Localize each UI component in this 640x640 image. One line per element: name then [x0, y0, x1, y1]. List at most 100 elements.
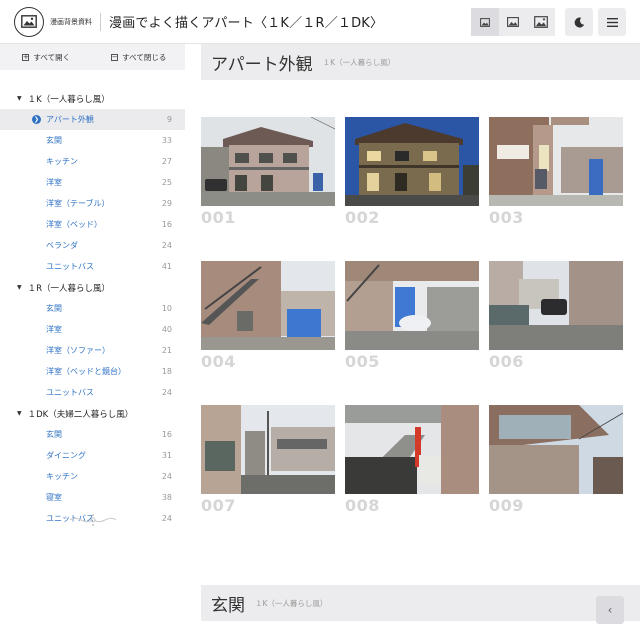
item-label: 洋室 — [46, 178, 62, 187]
photo-tile[interactable]: 005 — [345, 261, 479, 371]
item-label: 洋室 — [46, 325, 62, 334]
item-label: 玄関 — [46, 304, 62, 313]
expand-all-button[interactable]: + すべて開く — [0, 44, 93, 70]
header-divider — [100, 12, 101, 31]
item-label: アパート外観 — [46, 115, 94, 124]
sidebar-item[interactable]: ユニットバス 41 — [0, 256, 185, 277]
collapse-all-label: すべて閉じる — [122, 52, 167, 62]
image-small-icon — [480, 17, 490, 27]
group-1dk[interactable]: ▼ １DK（夫婦二人暮らし風） — [0, 403, 185, 424]
item-label: 寝室 — [46, 493, 62, 502]
sidebar-item[interactable]: 玄関 33 — [0, 130, 185, 151]
item-label: 洋室（テーブル） — [46, 199, 110, 208]
photo-thumbnail — [201, 405, 335, 494]
item-label: 玄関 — [46, 136, 62, 145]
photo-number: 007 — [201, 496, 236, 515]
site-logo[interactable]: 漫画背景資料 — [14, 6, 92, 37]
group-label: １K（一人暮らし風） — [27, 94, 110, 105]
sidebar-item[interactable]: 洋室 40 — [0, 319, 185, 340]
section-subtitle: １K（一人暮らし風） — [322, 57, 396, 67]
item-count: 33 — [161, 136, 172, 145]
sidebar-item[interactable]: ダイニング 31 — [0, 445, 185, 466]
photo-thumbnail — [201, 117, 335, 206]
category-tree: ▼ １K（一人暮らし風） ❯ アパート外観 9 玄関 33 キッチン 27 洋室 25 … — [0, 88, 185, 529]
photo-number: 008 — [345, 496, 380, 515]
image-large-icon — [534, 16, 548, 28]
photo-thumbnail — [345, 117, 479, 206]
photo-tile[interactable]: 003 — [489, 117, 623, 227]
sidebar-item[interactable]: 玄関 16 — [0, 424, 185, 445]
sidebar-item[interactable]: 洋室（テーブル） 29 — [0, 193, 185, 214]
item-count: 40 — [161, 325, 172, 334]
minus-box-icon: − — [111, 52, 119, 61]
sidebar-item[interactable]: 洋室（ソファー） 21 — [0, 340, 185, 361]
photo-tile[interactable]: 007 — [201, 405, 335, 515]
item-count: 31 — [161, 451, 172, 460]
sidebar-item-exterior[interactable]: ❯ アパート外観 9 — [0, 109, 185, 130]
photo-tile[interactable]: 008 — [345, 405, 479, 515]
item-count: 10 — [161, 304, 172, 313]
item-label: キッチン — [46, 472, 78, 481]
item-label: ユニットバス — [46, 388, 94, 397]
sidebar-item[interactable]: 洋室（ベッドと鏡台） 18 — [0, 361, 185, 382]
group-label: １DK（夫婦二人暮らし風） — [27, 409, 134, 420]
view-medium-button[interactable] — [499, 8, 527, 36]
photo-thumbnail — [489, 405, 623, 494]
dark-mode-button[interactable] — [565, 8, 593, 36]
sidebar-item[interactable]: キッチン 24 — [0, 466, 185, 487]
photo-tile[interactable]: 006 — [489, 261, 623, 371]
chevron-right-circle-icon: ❯ — [32, 115, 41, 124]
view-small-button[interactable] — [471, 8, 499, 36]
sidebar-item[interactable]: ユニットバス 24 — [0, 382, 185, 403]
item-label: ダイニング — [46, 451, 86, 460]
photo-tile[interactable]: 001 — [201, 117, 335, 227]
sidebar-item[interactable]: 洋室 25 — [0, 172, 185, 193]
item-count: 9 — [166, 115, 172, 124]
sidebar-item[interactable]: キッチン 27 — [0, 151, 185, 172]
caret-down-icon: ▼ — [17, 95, 22, 102]
section-header-exterior: アパート外観 １K（一人暮らし風） — [201, 44, 640, 80]
sidebar-item[interactable]: 玄関 10 — [0, 298, 185, 319]
item-count: 25 — [161, 178, 172, 187]
ornament-flourish-icon — [69, 514, 117, 526]
item-count: 24 — [161, 388, 172, 397]
header-buttons — [471, 8, 626, 36]
item-label: 洋室（ソファー） — [46, 346, 110, 355]
sidebar: + すべて開く − すべて閉じる ▼ １K（一人暮らし風） ❯ アパート外観 9 … — [0, 44, 185, 640]
group-1r[interactable]: ▼ １R（一人暮らし風） — [0, 277, 185, 298]
sidebar-item[interactable]: 寝室 38 — [0, 487, 185, 508]
item-count: 27 — [161, 157, 172, 166]
item-label: ベランダ — [46, 241, 78, 250]
image-medium-icon — [507, 17, 519, 27]
sidebar-item[interactable]: ベランダ 24 — [0, 235, 185, 256]
sidebar-toggle-button[interactable]: ‹ — [596, 596, 624, 624]
logo-text: 漫画背景資料 — [50, 17, 92, 26]
app-header: 漫画背景資料 漫画でよく描くアパート〈１K／１R／１DK〉 — [0, 0, 640, 44]
item-count: 16 — [161, 220, 172, 229]
sidebar-item[interactable]: 洋室（ベッド） 16 — [0, 214, 185, 235]
moon-icon — [574, 17, 584, 28]
photo-number: 002 — [345, 208, 380, 227]
collapse-all-button[interactable]: − すべて閉じる — [93, 44, 186, 70]
photo-thumbnail — [489, 261, 623, 350]
view-size-group — [471, 8, 555, 36]
section-title: 玄関 — [211, 595, 245, 616]
section-subtitle: １K（一人暮らし風） — [255, 598, 328, 608]
hamburger-icon — [606, 17, 618, 27]
photo-number: 003 — [489, 208, 524, 227]
photo-number: 004 — [201, 352, 236, 371]
caret-down-icon: ▼ — [17, 284, 22, 291]
page-title: 漫画でよく描くアパート〈１K／１R／１DK〉 — [109, 16, 384, 31]
chevron-left-icon: ‹ — [607, 603, 613, 617]
item-label: 洋室（ベッド） — [46, 220, 102, 229]
caret-down-icon: ▼ — [17, 410, 22, 417]
view-large-button[interactable] — [527, 8, 555, 36]
photo-tile[interactable]: 009 — [489, 405, 623, 515]
photo-number: 001 — [201, 208, 236, 227]
expand-all-label: すべて開く — [33, 52, 71, 62]
photo-tile[interactable]: 004 — [201, 261, 335, 371]
item-count: 24 — [161, 241, 172, 250]
group-1k[interactable]: ▼ １K（一人暮らし風） — [0, 88, 185, 109]
photo-tile[interactable]: 002 — [345, 117, 479, 227]
menu-button[interactable] — [598, 8, 626, 36]
